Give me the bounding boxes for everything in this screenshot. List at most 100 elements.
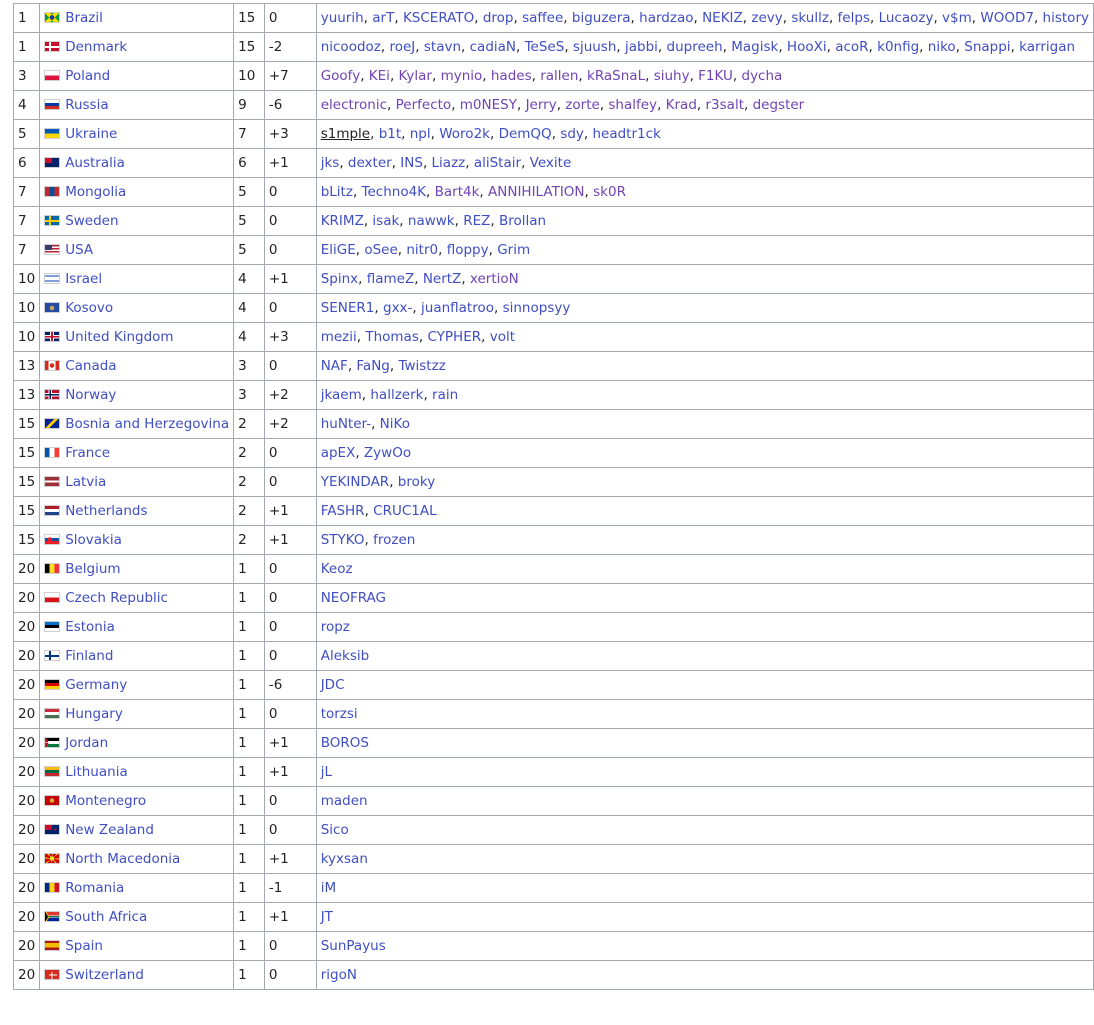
- player-link[interactable]: s1mple: [321, 126, 370, 142]
- player-link[interactable]: m0NESY: [460, 97, 517, 113]
- player-link[interactable]: nawwk: [408, 213, 455, 229]
- player-link[interactable]: yuurih: [321, 10, 364, 26]
- player-link[interactable]: F1KU: [698, 68, 733, 84]
- player-link[interactable]: electronic: [321, 97, 387, 113]
- player-link[interactable]: arT: [372, 10, 394, 26]
- player-link[interactable]: Jerry: [526, 97, 557, 113]
- player-link[interactable]: cadiaN: [470, 39, 516, 55]
- player-link[interactable]: hardzao: [639, 10, 693, 26]
- player-link[interactable]: jL: [321, 764, 332, 780]
- player-link[interactable]: CRUC1AL: [373, 503, 436, 519]
- player-link[interactable]: saffee: [522, 10, 563, 26]
- country-link[interactable]: Ukraine: [65, 126, 117, 142]
- player-link[interactable]: gxx-: [383, 300, 412, 316]
- country-link[interactable]: Bosnia and Herzegovina: [65, 416, 229, 432]
- player-link[interactable]: rallen: [540, 68, 578, 84]
- player-link[interactable]: xertioN: [470, 271, 519, 287]
- country-link[interactable]: Kosovo: [65, 300, 113, 316]
- country-link[interactable]: North Macedonia: [65, 851, 180, 867]
- country-link[interactable]: Jordan: [65, 735, 108, 751]
- player-link[interactable]: ropz: [321, 619, 350, 635]
- player-link[interactable]: apEX: [321, 445, 356, 461]
- player-link[interactable]: sk0R: [593, 184, 626, 200]
- player-link[interactable]: bLitz: [321, 184, 353, 200]
- country-link[interactable]: Finland: [65, 648, 113, 664]
- player-link[interactable]: jabbi: [625, 39, 658, 55]
- player-link[interactable]: dycha: [742, 68, 783, 84]
- player-link[interactable]: frozen: [373, 532, 415, 548]
- player-link[interactable]: shalfey: [608, 97, 657, 113]
- country-link[interactable]: France: [65, 445, 110, 461]
- player-link[interactable]: Perfecto: [396, 97, 452, 113]
- player-link[interactable]: k0nfig: [877, 39, 919, 55]
- country-link[interactable]: Slovakia: [65, 532, 122, 548]
- player-link[interactable]: KRIMZ: [321, 213, 364, 229]
- country-link[interactable]: Canada: [65, 358, 116, 374]
- player-link[interactable]: Keoz: [321, 561, 353, 577]
- player-link[interactable]: felps: [838, 10, 870, 26]
- player-link[interactable]: TeSeS: [525, 39, 565, 55]
- player-link[interactable]: JDC: [321, 677, 345, 693]
- player-link[interactable]: Krad: [666, 97, 697, 113]
- player-link[interactable]: rain: [432, 387, 458, 403]
- player-link[interactable]: b1t: [379, 126, 401, 142]
- player-link[interactable]: juanflatroo: [421, 300, 494, 316]
- player-link[interactable]: drop: [483, 10, 514, 26]
- player-link[interactable]: hallzerk: [370, 387, 423, 403]
- country-link[interactable]: South Africa: [65, 909, 147, 925]
- player-link[interactable]: isak: [372, 213, 399, 229]
- player-link[interactable]: niko: [928, 39, 956, 55]
- player-link[interactable]: FaNg: [356, 358, 389, 374]
- player-link[interactable]: NEKIZ: [702, 10, 743, 26]
- player-link[interactable]: Woro2k: [439, 126, 490, 142]
- country-link[interactable]: Lithuania: [65, 764, 128, 780]
- player-link[interactable]: Vexite: [530, 155, 572, 171]
- player-link[interactable]: KEi: [369, 68, 390, 84]
- player-link[interactable]: REZ: [463, 213, 490, 229]
- player-link[interactable]: Snappi: [964, 39, 1010, 55]
- player-link[interactable]: Magisk: [731, 39, 778, 55]
- player-link[interactable]: nicoodoz: [321, 39, 381, 55]
- country-link[interactable]: Estonia: [65, 619, 115, 635]
- player-link[interactable]: Goofy: [321, 68, 361, 84]
- player-link[interactable]: siuhy: [654, 68, 690, 84]
- country-link[interactable]: New Zealand: [65, 822, 154, 838]
- player-link[interactable]: acoR: [835, 39, 868, 55]
- player-link[interactable]: maden: [321, 793, 368, 809]
- player-link[interactable]: skullz: [791, 10, 829, 26]
- player-link[interactable]: EliGE: [321, 242, 356, 258]
- player-link[interactable]: hades: [491, 68, 532, 84]
- player-link[interactable]: CYPHER: [427, 329, 481, 345]
- player-link[interactable]: Techno4K: [362, 184, 427, 200]
- country-link[interactable]: Germany: [65, 677, 127, 693]
- player-link[interactable]: kyxsan: [321, 851, 368, 867]
- country-link[interactable]: Brazil: [65, 10, 103, 26]
- player-link[interactable]: SunPayus: [321, 938, 386, 954]
- player-link[interactable]: DemQQ: [499, 126, 552, 142]
- player-link[interactable]: broky: [398, 474, 435, 490]
- player-link[interactable]: HooXi: [787, 39, 827, 55]
- player-link[interactable]: aliStair: [474, 155, 521, 171]
- player-link[interactable]: karrigan: [1019, 39, 1075, 55]
- country-link[interactable]: USA: [65, 242, 93, 258]
- player-link[interactable]: biguzera: [572, 10, 631, 26]
- player-link[interactable]: npl: [410, 126, 431, 142]
- player-link[interactable]: Sico: [321, 822, 349, 838]
- player-link[interactable]: Spinx: [321, 271, 358, 287]
- player-link[interactable]: Liazz: [432, 155, 466, 171]
- country-link[interactable]: Netherlands: [65, 503, 147, 519]
- player-link[interactable]: history: [1043, 10, 1089, 26]
- player-link[interactable]: headtr1ck: [592, 126, 660, 142]
- player-link[interactable]: v$m: [942, 10, 972, 26]
- player-link[interactable]: NAF: [321, 358, 348, 374]
- player-link[interactable]: NertZ: [423, 271, 462, 287]
- player-link[interactable]: sjuush: [573, 39, 617, 55]
- player-link[interactable]: dexter: [348, 155, 392, 171]
- player-link[interactable]: r3salt: [706, 97, 745, 113]
- player-link[interactable]: Lucaozy: [879, 10, 934, 26]
- country-link[interactable]: Poland: [65, 68, 110, 84]
- player-link[interactable]: zevy: [751, 10, 782, 26]
- country-link[interactable]: Czech Republic: [65, 590, 168, 606]
- player-link[interactable]: nitr0: [406, 242, 438, 258]
- player-link[interactable]: oSee: [364, 242, 397, 258]
